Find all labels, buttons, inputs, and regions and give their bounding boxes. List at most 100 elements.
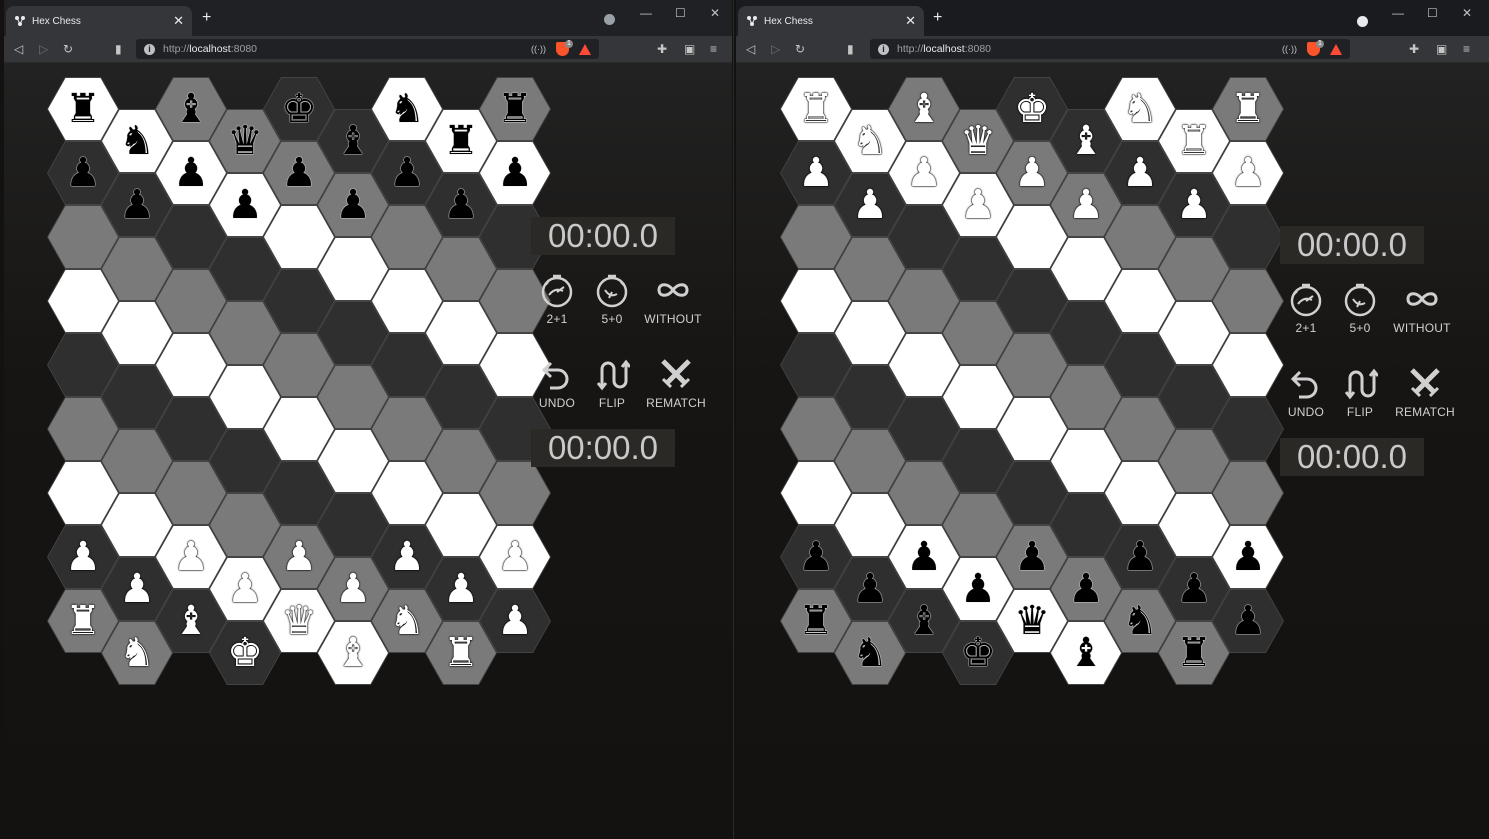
- info-icon[interactable]: i: [144, 43, 155, 55]
- white-pawn-piece[interactable]: ♟: [227, 569, 263, 609]
- white-pawn-piece[interactable]: ♟: [497, 601, 533, 641]
- black-pawn-piece[interactable]: ♟: [1122, 537, 1158, 577]
- white-rook-piece[interactable]: ♜: [65, 601, 101, 641]
- white-bishop-piece[interactable]: ♝: [1068, 121, 1104, 161]
- white-king-piece[interactable]: ♚: [1014, 89, 1050, 129]
- white-pawn-piece[interactable]: ♟: [1122, 153, 1158, 193]
- black-bishop-piece[interactable]: ♝: [1068, 633, 1104, 673]
- white-bishop-piece[interactable]: ♝: [173, 601, 209, 641]
- white-rook-piece[interactable]: ♜: [443, 633, 479, 673]
- white-rook-piece[interactable]: ♜: [1230, 89, 1266, 129]
- white-pawn-piece[interactable]: ♟: [281, 537, 317, 577]
- black-bishop-piece[interactable]: ♝: [335, 121, 371, 161]
- address-bar[interactable]: i http://localhost:8080 ((·)) 1: [136, 39, 599, 59]
- minimize-button[interactable]: —: [1392, 6, 1404, 20]
- reload-icon[interactable]: ↻: [795, 40, 805, 58]
- minimize-button[interactable]: —: [640, 6, 652, 20]
- white-pawn-piece[interactable]: ♟: [335, 569, 371, 609]
- extensions-icon[interactable]: ✚: [1409, 40, 1419, 58]
- tab-hex-chess[interactable]: Hex Chess ✕: [6, 6, 192, 36]
- forward-icon[interactable]: ▷: [39, 40, 48, 58]
- black-pawn-piece[interactable]: ♟: [443, 185, 479, 225]
- white-bishop-piece[interactable]: ♝: [335, 633, 371, 673]
- black-pawn-piece[interactable]: ♟: [227, 185, 263, 225]
- time-control-2-1-button[interactable]: 2+1: [1280, 280, 1332, 335]
- new-tab-button[interactable]: +: [202, 9, 211, 27]
- bookmark-icon[interactable]: ▮: [115, 40, 122, 58]
- black-rook-piece[interactable]: ♜: [798, 601, 834, 641]
- black-king-piece[interactable]: ♚: [960, 633, 996, 673]
- white-pawn-piece[interactable]: ♟: [798, 153, 834, 193]
- white-queen-piece[interactable]: ♛: [281, 601, 317, 641]
- black-rook-piece[interactable]: ♜: [497, 89, 533, 129]
- black-rook-piece[interactable]: ♜: [1176, 633, 1212, 673]
- black-knight-piece[interactable]: ♞: [389, 89, 425, 129]
- black-knight-piece[interactable]: ♞: [119, 121, 155, 161]
- time-control-without-button[interactable]: WITHOUT: [1390, 280, 1454, 335]
- black-pawn-piece[interactable]: ♟: [173, 153, 209, 193]
- profile-icon[interactable]: [604, 14, 615, 25]
- black-pawn-piece[interactable]: ♟: [281, 153, 317, 193]
- black-pawn-piece[interactable]: ♟: [119, 185, 155, 225]
- wallet-icon[interactable]: ▣: [684, 40, 695, 58]
- white-knight-piece[interactable]: ♞: [119, 633, 155, 673]
- address-bar[interactable]: i http://localhost:8080 ((·)) 1: [870, 39, 1350, 59]
- back-icon[interactable]: ◁: [14, 40, 23, 58]
- undo-button[interactable]: UNDO: [531, 357, 583, 410]
- maximize-button[interactable]: ☐: [1427, 6, 1438, 20]
- black-pawn-piece[interactable]: ♟: [852, 569, 888, 609]
- menu-icon[interactable]: ≡: [1463, 40, 1470, 58]
- brave-rewards-icon[interactable]: [579, 43, 591, 55]
- black-bishop-piece[interactable]: ♝: [173, 89, 209, 129]
- white-queen-piece[interactable]: ♛: [960, 121, 996, 161]
- undo-button[interactable]: UNDO: [1280, 366, 1332, 419]
- menu-icon[interactable]: ≡: [710, 40, 717, 58]
- black-pawn-piece[interactable]: ♟: [497, 153, 533, 193]
- time-control-without-button[interactable]: WITHOUT: [641, 271, 705, 326]
- white-pawn-piece[interactable]: ♟: [173, 537, 209, 577]
- black-king-piece[interactable]: ♚: [281, 89, 317, 129]
- brave-rewards-icon[interactable]: [1330, 43, 1342, 55]
- profile-icon[interactable]: [1357, 16, 1368, 27]
- white-pawn-piece[interactable]: ♟: [960, 185, 996, 225]
- black-pawn-piece[interactable]: ♟: [1230, 537, 1266, 577]
- black-rook-piece[interactable]: ♜: [65, 89, 101, 129]
- white-rook-piece[interactable]: ♜: [1176, 121, 1212, 161]
- white-knight-piece[interactable]: ♞: [389, 601, 425, 641]
- white-pawn-piece[interactable]: ♟: [852, 185, 888, 225]
- black-queen-piece[interactable]: ♛: [227, 121, 263, 161]
- white-pawn-piece[interactable]: ♟: [497, 537, 533, 577]
- maximize-button[interactable]: ☐: [675, 6, 686, 20]
- brave-shield-icon[interactable]: 1: [556, 40, 573, 56]
- black-pawn-piece[interactable]: ♟: [1068, 569, 1104, 609]
- back-icon[interactable]: ◁: [746, 40, 755, 58]
- black-queen-piece[interactable]: ♛: [1014, 601, 1050, 641]
- flip-button[interactable]: FLIP: [586, 357, 638, 410]
- black-pawn-piece[interactable]: ♟: [798, 537, 834, 577]
- cast-icon[interactable]: ((·)): [531, 44, 546, 54]
- white-king-piece[interactable]: ♚: [227, 633, 263, 673]
- white-knight-piece[interactable]: ♞: [852, 121, 888, 161]
- cast-icon[interactable]: ((·)): [1282, 44, 1297, 54]
- url-text[interactable]: http://localhost:8080: [163, 43, 531, 55]
- white-rook-piece[interactable]: ♜: [798, 89, 834, 129]
- close-tab-icon[interactable]: ✕: [905, 13, 916, 29]
- time-control-5-0-button[interactable]: 5+0: [586, 271, 638, 326]
- black-pawn-piece[interactable]: ♟: [1176, 569, 1212, 609]
- info-icon[interactable]: i: [878, 43, 889, 55]
- white-knight-piece[interactable]: ♞: [1122, 89, 1158, 129]
- extensions-icon[interactable]: ✚: [657, 40, 667, 58]
- close-window-button[interactable]: ✕: [710, 6, 720, 20]
- black-pawn-piece[interactable]: ♟: [65, 153, 101, 193]
- black-rook-piece[interactable]: ♜: [443, 121, 479, 161]
- white-pawn-piece[interactable]: ♟: [119, 569, 155, 609]
- tab-hex-chess[interactable]: Hex Chess ✕: [738, 6, 924, 36]
- white-bishop-piece[interactable]: ♝: [906, 89, 942, 129]
- black-pawn-piece[interactable]: ♟: [389, 153, 425, 193]
- black-pawn-piece[interactable]: ♟: [906, 537, 942, 577]
- wallet-icon[interactable]: ▣: [1436, 40, 1447, 58]
- time-control-2-1-button[interactable]: 2+1: [531, 271, 583, 326]
- black-bishop-piece[interactable]: ♝: [906, 601, 942, 641]
- close-tab-icon[interactable]: ✕: [173, 13, 184, 29]
- black-pawn-piece[interactable]: ♟: [335, 185, 371, 225]
